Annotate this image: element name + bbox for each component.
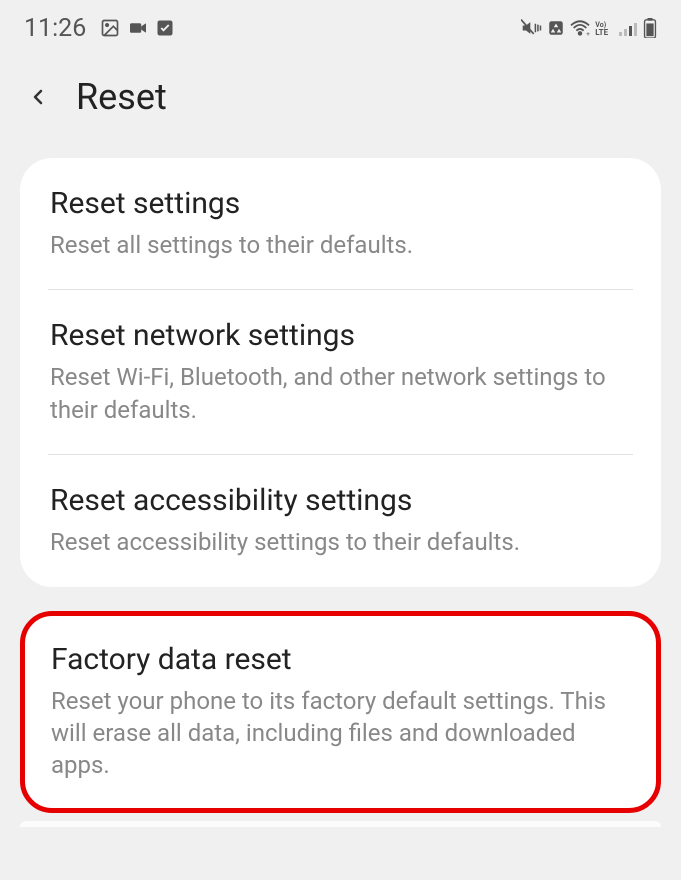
reset-settings-item[interactable]: Reset settings Reset all settings to the… xyxy=(20,158,661,289)
status-time: 11:26 xyxy=(24,14,86,43)
partial-card-bottom xyxy=(20,821,661,827)
status-bar-left: 11:26 xyxy=(24,14,174,43)
checkmark-icon xyxy=(156,19,174,37)
factory-data-reset-item[interactable]: Factory data reset Reset your phone to i… xyxy=(25,616,656,808)
item-subtitle: Reset Wi-Fi, Bluetooth, and other networ… xyxy=(50,361,631,426)
page-title: Reset xyxy=(76,76,167,118)
wifi-icon: + xyxy=(569,19,591,37)
item-title: Factory data reset xyxy=(51,642,630,677)
page-header: Reset xyxy=(0,48,681,158)
item-title: Reset settings xyxy=(50,186,631,221)
svg-text:+: + xyxy=(586,30,590,37)
settings-group-1: Reset settings Reset all settings to the… xyxy=(20,158,661,587)
mute-vibrate-icon xyxy=(521,19,543,37)
item-subtitle: Reset all settings to their defaults. xyxy=(50,229,631,261)
item-title: Reset network settings xyxy=(50,318,631,353)
back-button[interactable] xyxy=(24,83,52,111)
volte-icon: Vo)LTE xyxy=(595,20,615,36)
recycle-icon xyxy=(547,19,565,37)
signal-icon xyxy=(619,20,639,36)
item-subtitle: Reset accessibility settings to their de… xyxy=(50,526,631,558)
battery-icon xyxy=(643,18,657,38)
reset-network-settings-item[interactable]: Reset network settings Reset Wi-Fi, Blue… xyxy=(20,290,661,454)
status-bar-right: + Vo)LTE xyxy=(521,18,657,38)
item-subtitle: Reset your phone to its factory default … xyxy=(51,685,630,782)
svg-text:LTE: LTE xyxy=(595,28,608,36)
status-bar: 11:26 + Vo)LTE xyxy=(0,0,681,48)
reset-accessibility-settings-item[interactable]: Reset accessibility settings Reset acces… xyxy=(20,455,661,586)
camera-icon xyxy=(128,20,148,36)
settings-group-2-highlighted: Factory data reset Reset your phone to i… xyxy=(20,611,661,813)
image-icon xyxy=(100,18,120,38)
item-title: Reset accessibility settings xyxy=(50,483,631,518)
